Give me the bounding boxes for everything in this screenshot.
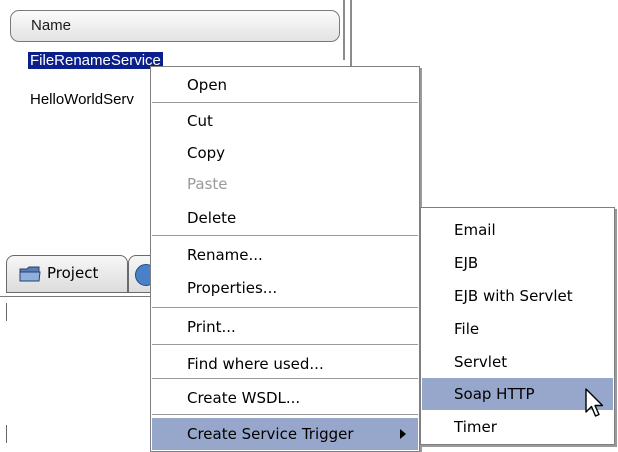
- tab-project[interactable]: Project: [6, 255, 128, 293]
- submenu-item-ejb[interactable]: EJB: [422, 247, 613, 279]
- menu-item-create-wsdl[interactable]: Create WSDL...: [152, 382, 418, 414]
- context-menu: Open Cut Copy Paste Delete Rename... Pro…: [150, 66, 420, 452]
- submenu-item-email[interactable]: Email: [422, 214, 613, 246]
- mouse-pointer-icon: [585, 388, 604, 417]
- menu-item-print[interactable]: Print...: [152, 311, 418, 343]
- submenu-item-servlet[interactable]: Servlet: [422, 346, 613, 378]
- menu-item-cut[interactable]: Cut: [152, 105, 418, 137]
- chevron-right-icon: [400, 429, 406, 439]
- tab-project-label: Project: [47, 264, 99, 282]
- menu-item-open[interactable]: Open: [152, 69, 418, 101]
- submenu-item-ejb-with-servlet[interactable]: EJB with Servlet: [422, 280, 613, 312]
- submenu-item-file[interactable]: File: [422, 313, 613, 345]
- tree-item-filerenameservice[interactable]: FileRenameService: [28, 52, 163, 69]
- menu-item-copy[interactable]: Copy: [152, 137, 418, 169]
- menu-item-properties[interactable]: Properties...: [152, 272, 418, 304]
- folder-icon: [19, 266, 41, 282]
- tree-item-helloworldservice[interactable]: HelloWorldServ: [28, 91, 136, 108]
- menu-item-find-where-used[interactable]: Find where used...: [152, 348, 418, 380]
- panel-divider-2: [350, 0, 352, 70]
- menu-item-paste: Paste: [187, 175, 228, 193]
- panel-edge-mark-bottom: [6, 425, 7, 443]
- menu-item-delete[interactable]: Delete: [152, 202, 418, 234]
- menu-item-rename[interactable]: Rename...: [152, 239, 418, 271]
- tab-bar-baseline: [0, 296, 160, 297]
- panel-edge-mark: [6, 303, 7, 321]
- name-column-header[interactable]: Name: [10, 10, 340, 42]
- menu-item-create-service-trigger[interactable]: Create Service Trigger: [152, 418, 418, 450]
- panel-divider: [343, 0, 345, 60]
- menu-item-create-service-trigger-label: Create Service Trigger: [187, 425, 354, 443]
